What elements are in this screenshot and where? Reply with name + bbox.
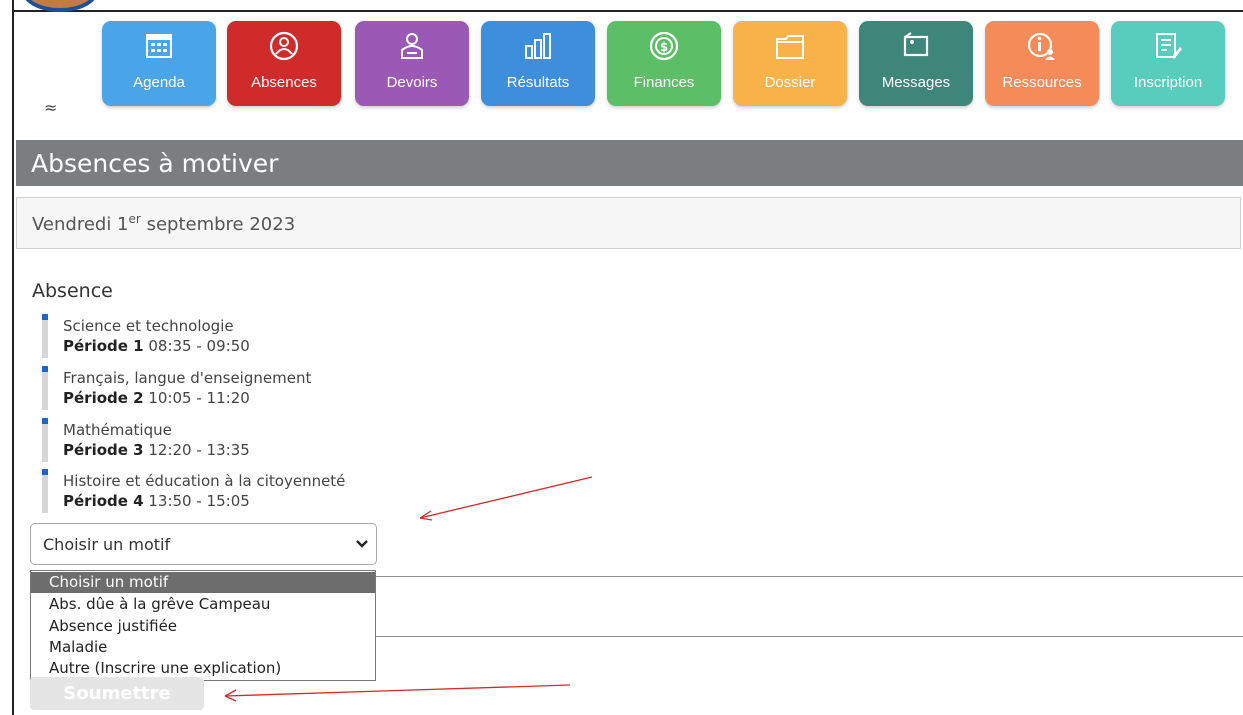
annotation-arrow-icon (419, 476, 593, 521)
annotation-arrows (224, 476, 593, 702)
annotation-arrow-icon (224, 684, 571, 702)
